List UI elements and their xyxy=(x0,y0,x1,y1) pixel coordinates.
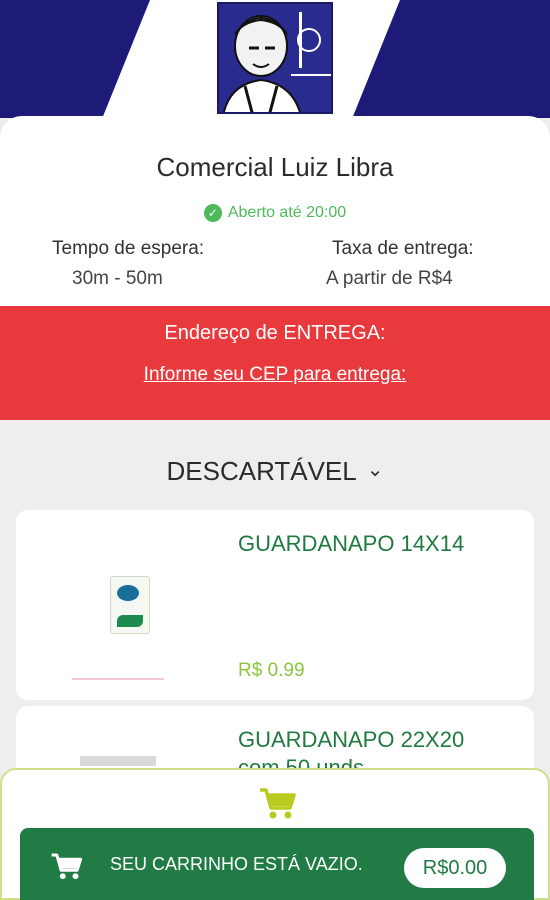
product-name: GUARDANAPO 14X14 xyxy=(238,531,465,556)
store-banner xyxy=(0,0,550,118)
product-image xyxy=(80,756,156,766)
open-status-text: Aberto até 20:00 xyxy=(227,204,347,221)
store-logo xyxy=(217,2,333,114)
delivery-fee: Taxa de entrega: A partir de R$4 xyxy=(326,238,474,290)
napkin-pack-image xyxy=(110,576,150,634)
check-circle-icon: ✓ xyxy=(203,204,222,222)
delivery-address-title: Endereço de ENTREGA: xyxy=(164,322,386,344)
shopping-cart-icon xyxy=(260,788,296,819)
store-name: Comercial Luiz Libra xyxy=(156,152,394,182)
image-divider xyxy=(72,678,164,680)
cart-empty-text: SEU CARRINHO ESTÁ VAZIO. xyxy=(110,854,363,874)
wait-time: Tempo de espera: 30m - 50m xyxy=(52,238,204,290)
delivery-fee-label: Taxa de entrega: xyxy=(332,238,474,259)
delivery-address-banner: Endereço de ENTREGA: Informe seu CEP par… xyxy=(0,306,550,420)
delivery-fee-value: A partir de R$4 xyxy=(326,268,453,289)
open-status: ✓ Aberto até 20:00 xyxy=(0,204,550,222)
wait-time-label: Tempo de espera: xyxy=(52,238,205,259)
enter-cep-link[interactable]: Informe seu CEP para entrega: xyxy=(0,364,550,386)
product-card[interactable]: GUARDANAPO 14X14 R$ 0.99 xyxy=(16,510,534,700)
category-label: DESCARTÁVEL xyxy=(166,456,357,486)
wait-time-value: 30m - 50m xyxy=(72,268,163,289)
cart-panel[interactable]: SEU CARRINHO ESTÁ VAZIO. R$0.00 xyxy=(0,768,550,900)
product-image xyxy=(72,570,164,690)
shopping-cart-icon xyxy=(51,853,83,880)
cart-summary-bar[interactable]: SEU CARRINHO ESTÁ VAZIO. R$0.00 xyxy=(20,828,534,900)
cart-total-badge: R$0.00 xyxy=(404,848,506,888)
store-info-card: Comercial Luiz Libra ✓ Aberto até 20:00 … xyxy=(0,116,550,306)
chevron-down-icon: ⌄ xyxy=(366,459,384,481)
category-selector[interactable]: DESCARTÁVEL ⌄ xyxy=(0,456,550,487)
product-price: R$ 0.99 xyxy=(238,660,305,681)
